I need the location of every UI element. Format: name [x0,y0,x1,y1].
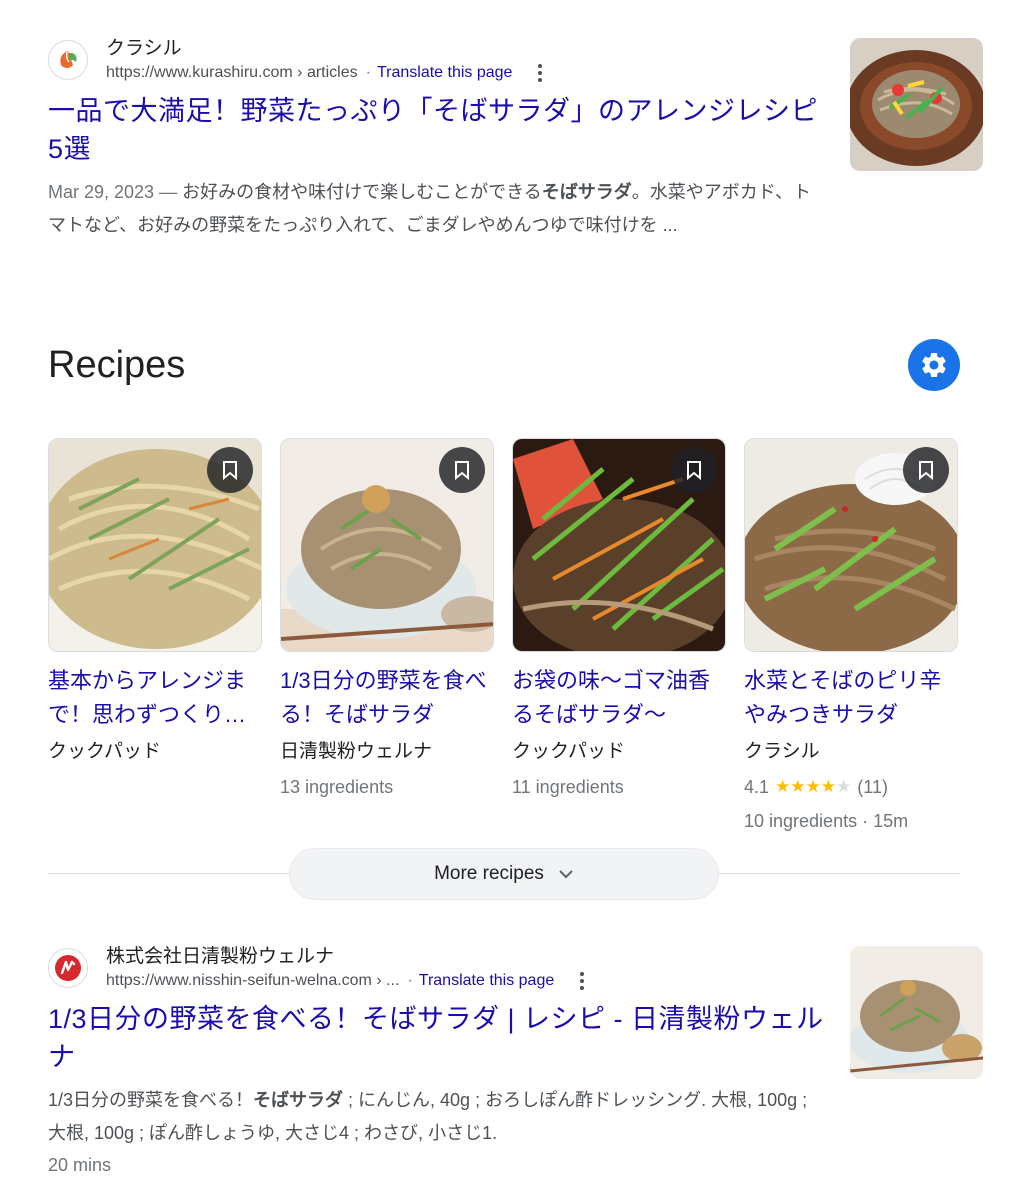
search-result-kurashiru: クラシル https://www.kurashiru.com › article… [48,32,983,242]
recipe-image[interactable] [280,438,494,652]
snippet-keyword: そばサラダ [541,182,632,202]
recipe-source: 日清製粉ウェルナ [280,741,433,762]
recipe-source: クックパッド [512,741,626,762]
rating-value: 4.1 [744,777,770,797]
star-icon: ★ [775,777,791,796]
star-icon: ★ [836,777,852,796]
chevron-down-icon [559,870,573,879]
recipe-source: クックパッド [48,741,162,762]
recipe-ingredients: 10 ingredients · 15m [744,811,909,831]
recipe-source: クラシル [744,741,820,762]
recipe-card[interactable]: 1/3日分の野菜を食べる！そばサラダ 日清製粉ウェルナ 13 ingredien… [280,438,494,838]
result-title[interactable]: 一品で大満足！野菜たっぷり「そばサラダ」のアレンジレシピ5選 [48,92,828,168]
recipe-card[interactable]: お袋の味〜ゴマ油香るそばサラダ〜 クックパッド 11 ingredients [512,438,726,838]
review-count: (11) [857,777,888,797]
bookmark-icon[interactable] [903,447,949,493]
recipe-ingredients: 11 ingredients [512,777,624,797]
translate-link[interactable]: Translate this page [419,970,554,992]
site-meta: クラシル https://www.kurashiru.com › article… [106,36,550,84]
snippet-keyword: そばサラダ [253,1090,344,1110]
url-separator: · [365,64,371,81]
star-icon: ★ [790,777,806,796]
snippet-date: Mar 29, 2023 — [48,182,178,202]
settings-gear-icon[interactable] [908,339,960,391]
site-meta: 株式会社日清製粉ウェルナ https://www.nisshin-seifun-… [106,944,592,992]
more-recipes-button[interactable]: More recipes [289,848,719,900]
recipe-rating: 4.1 ★ ★ ★ ★ ★ (11) [744,770,958,804]
kebab-menu-icon[interactable] [572,970,592,992]
result-snippet: 1/3日分の野菜を食べる！そばサラダ ; にんじん, 40g ; おろしぽん酢ド… [48,1084,828,1150]
site-row: クラシル https://www.kurashiru.com › article… [48,32,983,88]
bookmark-icon[interactable] [671,447,717,493]
site-row: 株式会社日清製粉ウェルナ https://www.nisshin-seifun-… [48,940,983,996]
result-title[interactable]: 1/3日分の野菜を食べる！そばサラダ | レシピ - 日清製粉ウェルナ [48,1000,828,1076]
recipes-heading: Recipes [48,344,186,386]
bookmark-icon[interactable] [439,447,485,493]
star-icon: ★ [820,777,837,796]
url-separator: · [407,972,413,989]
recipe-title[interactable]: 基本からアレンジまで！思わずつくりたくなる [48,664,262,732]
recipe-ingredients: 13 ingredients [280,777,394,797]
bookmark-icon[interactable] [207,447,253,493]
snippet-text: お好みの食材や味付けで楽しむことができる [177,182,542,202]
kurashiru-logo-icon[interactable] [48,40,88,80]
result-snippet: Mar 29, 2023 — お好みの食材や味付けで楽しむことができるそばサラダ… [48,176,828,242]
more-recipes-label: More recipes [434,863,544,884]
result-thumbnail[interactable] [850,946,983,1079]
search-result-nisshin: 株式会社日清製粉ウェルナ https://www.nisshin-seifun-… [48,940,983,1180]
recipe-cards: 基本からアレンジまで！思わずつくりたくなる クックパッド 1/3日分の野菜を食べ… [48,438,958,838]
recipes-header: Recipes [48,338,960,392]
recipe-card[interactable]: 水菜とそばのピリ辛やみつきサラダ クラシル 4.1 ★ ★ ★ ★ ★ (11)… [744,438,958,838]
translate-link[interactable]: Translate this page [377,62,512,84]
site-name[interactable]: 株式会社日清製粉ウェルナ [106,944,592,970]
url-line: https://www.nisshin-seifun-welna.com › .… [106,970,592,992]
snippet-text: 1/3日分の野菜を食べる！ [48,1090,254,1110]
recipe-title[interactable]: 1/3日分の野菜を食べる！そばサラダ [280,664,494,732]
recipe-title[interactable]: お袋の味〜ゴマ油香るそばサラダ〜 [512,664,726,732]
nisshin-logo-icon[interactable] [48,948,88,988]
result-url[interactable]: https://www.nisshin-seifun-welna.com › .… [106,970,399,992]
star-icon: ★ [805,777,821,796]
recipe-image[interactable] [48,438,262,652]
site-name[interactable]: クラシル [106,36,550,62]
recipe-image[interactable] [512,438,726,652]
result-time: 20 mins [48,1155,112,1175]
result-thumbnail[interactable] [850,38,983,171]
result-url[interactable]: https://www.kurashiru.com › articles [106,62,358,84]
recipe-image[interactable] [744,438,958,652]
url-line: https://www.kurashiru.com › articles · T… [106,62,550,84]
recipe-card[interactable]: 基本からアレンジまで！思わずつくりたくなる クックパッド [48,438,262,838]
kebab-menu-icon[interactable] [530,62,550,84]
recipe-title[interactable]: 水菜とそばのピリ辛やみつきサラダ [744,664,958,732]
